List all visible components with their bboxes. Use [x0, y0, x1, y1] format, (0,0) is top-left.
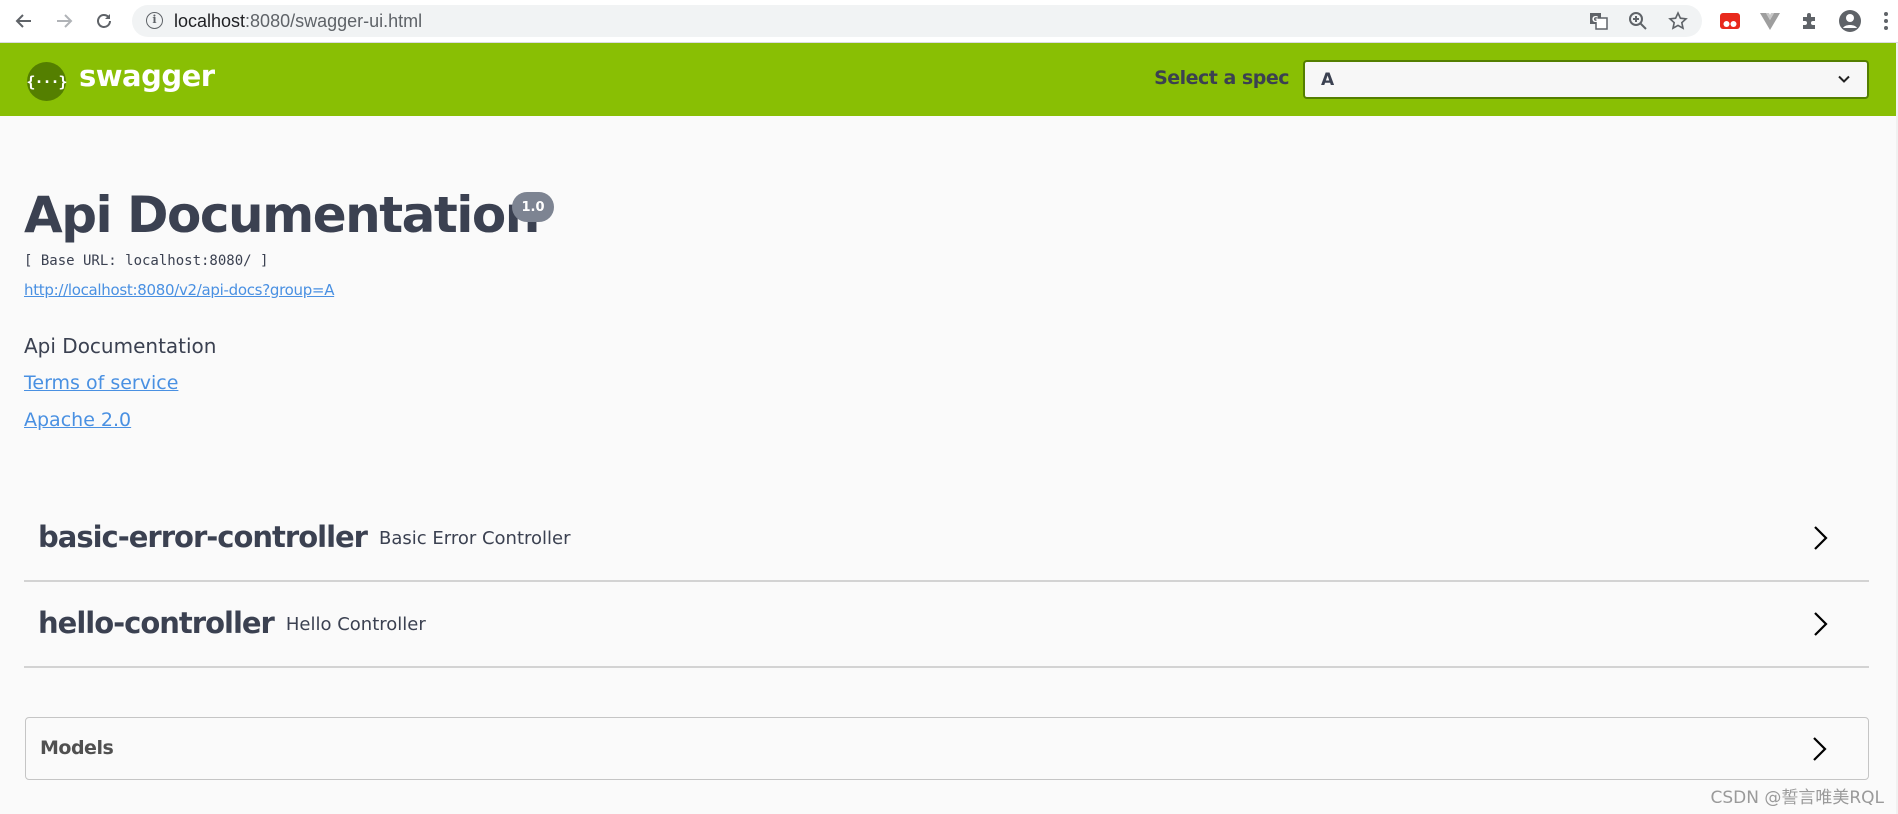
chevron-right-icon[interactable]	[1810, 735, 1830, 763]
profile-icon[interactable]	[1838, 9, 1862, 33]
version-badge: 1.0	[512, 192, 554, 222]
swagger-topbar: {···} swagger Select a spec A	[0, 43, 1896, 116]
spec-selected-value: A	[1321, 70, 1335, 90]
menu-dots-icon[interactable]	[1878, 9, 1894, 33]
chevron-right-icon[interactable]	[1811, 524, 1831, 552]
chevron-down-icon	[1838, 75, 1850, 83]
tag-section-basic-error-controller[interactable]: basic-error-controller Basic Error Contro…	[24, 496, 1869, 582]
models-title: Models	[40, 737, 114, 759]
zoom-icon[interactable]	[1627, 10, 1649, 32]
browser-toolbar: i localhost:8080/swagger-ui.html G	[0, 0, 1898, 42]
forward-icon	[57, 14, 73, 28]
swagger-logo-text[interactable]: swagger	[79, 59, 215, 93]
back-icon	[15, 14, 31, 28]
models-section[interactable]: Models	[25, 717, 1869, 780]
base-url: [ Base URL: localhost:8080/ ]	[24, 253, 269, 269]
forward-button[interactable]	[49, 6, 79, 36]
svg-text:G: G	[1592, 15, 1599, 24]
terms-of-service-link[interactable]: Terms of service	[24, 372, 178, 394]
tag-description: Basic Error Controller	[379, 528, 571, 549]
extension-vue-icon[interactable]	[1758, 9, 1782, 33]
translate-icon[interactable]: G	[1588, 10, 1610, 32]
license-link[interactable]: Apache 2.0	[24, 409, 131, 431]
api-title: Api Documentation	[24, 186, 540, 244]
tag-section-hello-controller[interactable]: hello-controller Hello Controller	[24, 582, 1869, 668]
back-button[interactable]	[9, 6, 39, 36]
extensions-puzzle-icon[interactable]	[1798, 9, 1822, 33]
swagger-logo-icon[interactable]: {···}	[26, 62, 68, 101]
chevron-right-icon[interactable]	[1811, 610, 1831, 638]
bookmark-star-icon[interactable]	[1667, 10, 1689, 32]
spec-select[interactable]: A	[1303, 60, 1869, 99]
tag-name: basic-error-controller	[38, 520, 368, 554]
api-docs-link[interactable]: http://localhost:8080/v2/api-docs?group=…	[24, 281, 334, 299]
address-bar[interactable]: i localhost:8080/swagger-ui.html G	[132, 5, 1702, 37]
extension-red-icon[interactable]	[1718, 9, 1742, 33]
tag-description: Hello Controller	[285, 614, 426, 635]
url-text[interactable]: localhost:8080/swagger-ui.html	[174, 11, 422, 32]
site-info-icon[interactable]: i	[146, 12, 163, 29]
url-host: localhost	[174, 11, 246, 31]
reload-icon	[97, 14, 111, 28]
tag-name: hello-controller	[38, 606, 275, 640]
tag-title: basic-error-controller Basic Error Contro…	[38, 520, 571, 554]
tag-title: hello-controller Hello Controller	[38, 606, 426, 640]
reload-button[interactable]	[89, 6, 119, 36]
watermark: CSDN @誓言唯美RQL	[1710, 788, 1884, 808]
api-description: Api Documentation	[24, 334, 217, 358]
select-spec-label: Select a spec	[1154, 67, 1289, 89]
url-path: :8080/swagger-ui.html	[245, 11, 423, 31]
